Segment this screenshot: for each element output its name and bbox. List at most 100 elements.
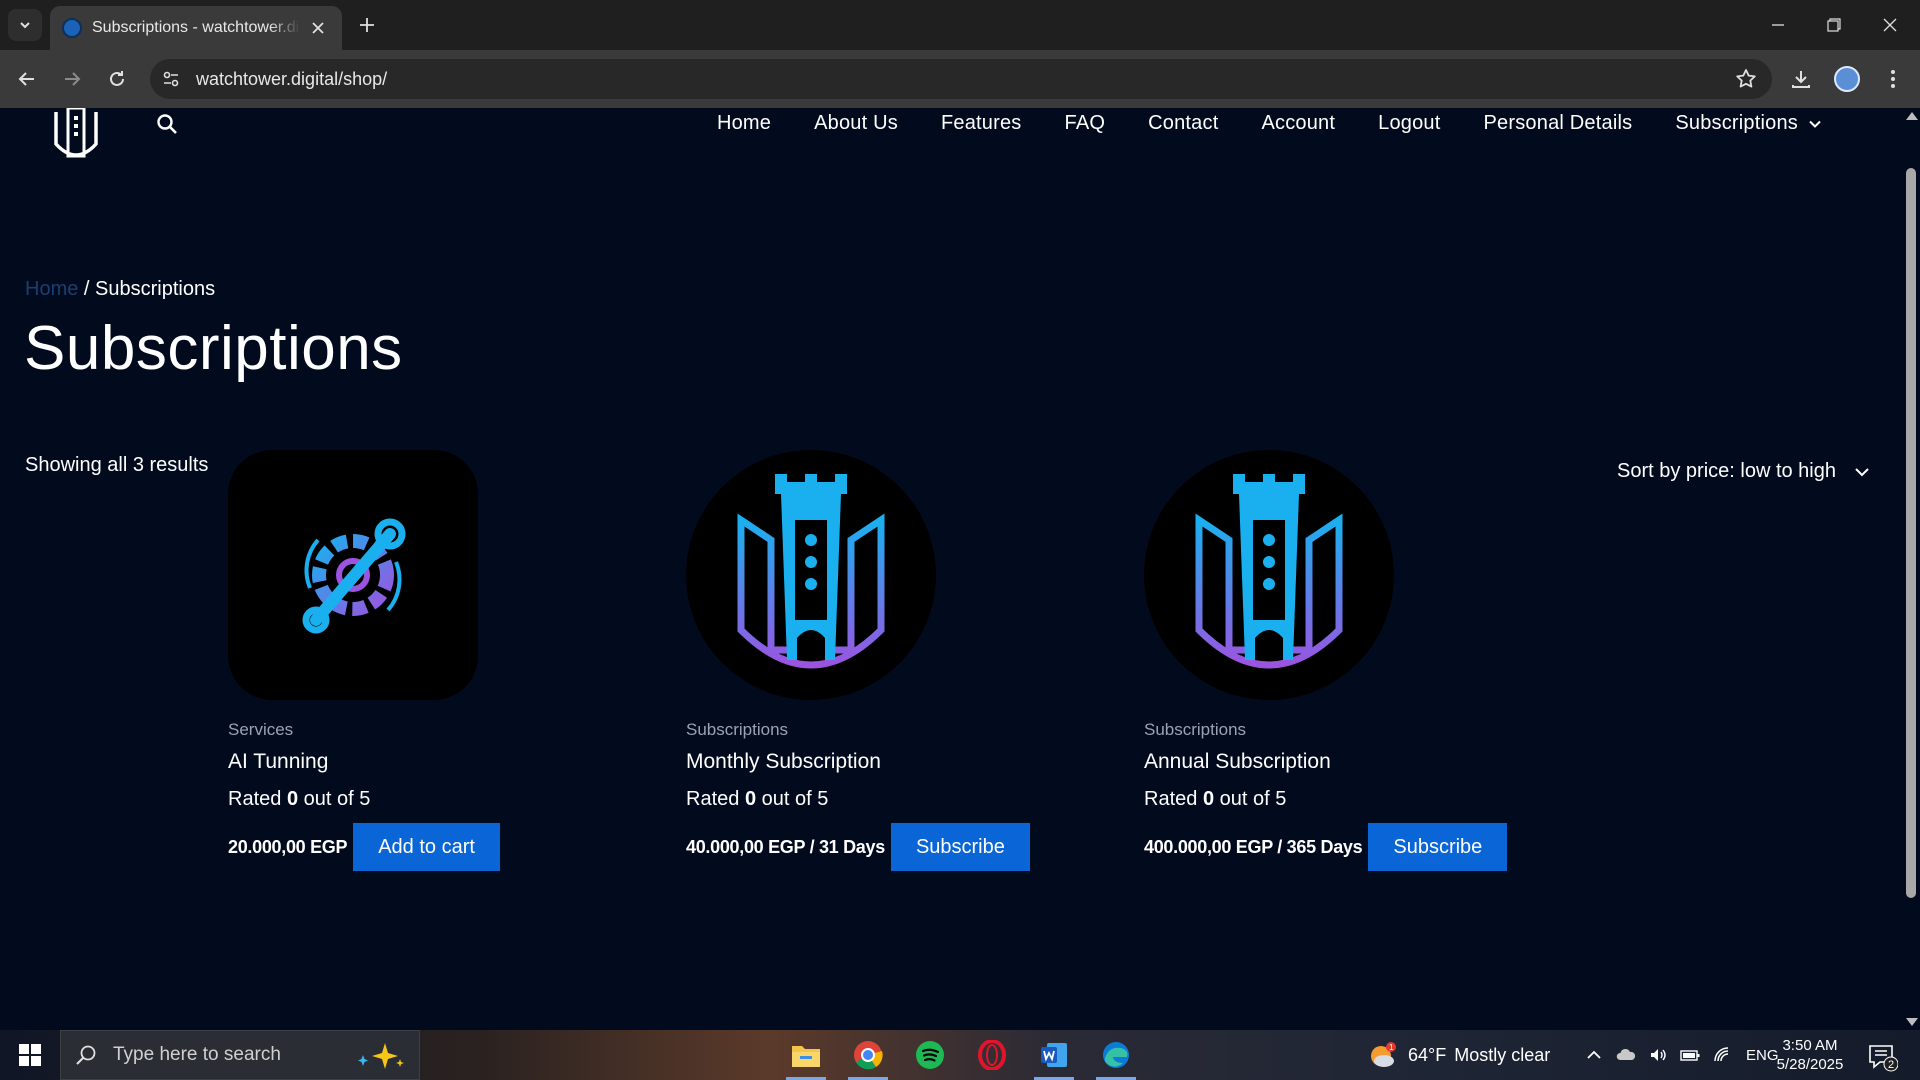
downloads-button[interactable] <box>1784 62 1818 96</box>
browser-menu-button[interactable] <box>1876 62 1910 96</box>
site-favicon-icon <box>62 18 82 38</box>
browser-toolbar: watchtower.digital/shop/ <box>0 50 1920 108</box>
rating-value: 0 <box>1202 788 1215 810</box>
sort-dropdown-label: Sort by price: low to high <box>1617 460 1836 482</box>
scroll-down-arrow-icon[interactable] <box>1906 1018 1918 1026</box>
breadcrumb-current: Subscriptions <box>95 278 216 300</box>
taskbar-search-box[interactable]: Type here to search <box>60 1030 420 1080</box>
subscribe-button[interactable]: Subscribe <box>890 823 1030 871</box>
nav-home[interactable]: Home <box>717 112 771 135</box>
product-category: Subscriptions <box>1144 720 1247 739</box>
volume-icon[interactable] <box>1648 1045 1668 1065</box>
rating-prefix: Rated <box>686 788 745 810</box>
minimize-button[interactable] <box>1750 0 1806 50</box>
profile-button[interactable] <box>1830 62 1864 96</box>
add-to-cart-button[interactable]: Add to cart <box>353 823 500 871</box>
chevron-up-icon[interactable] <box>1584 1045 1604 1065</box>
breadcrumb: Home / Subscriptions <box>25 278 215 301</box>
tab-close-icon[interactable] <box>306 16 330 40</box>
watchtower-logo-icon[interactable] <box>50 108 102 160</box>
product-card: Subscriptions Monthly Subscription Rated… <box>686 450 1106 871</box>
reload-button[interactable] <box>100 62 134 96</box>
nav-about-us[interactable]: About Us <box>814 112 898 135</box>
taskbar-word[interactable] <box>1026 1030 1082 1080</box>
scroll-up-arrow-icon[interactable] <box>1906 112 1918 120</box>
web-page: Home About Us Features FAQ Contact Accou… <box>0 108 1902 1030</box>
rating-value: 0 <box>744 788 757 810</box>
back-button[interactable] <box>10 62 44 96</box>
arrow-left-icon <box>18 72 34 86</box>
search-icon[interactable] <box>155 112 179 136</box>
restore-button[interactable] <box>1806 0 1862 50</box>
rating-suffix: out of 5 <box>1214 788 1287 810</box>
address-bar[interactable]: watchtower.digital/shop/ <box>150 59 1772 99</box>
plus-icon <box>360 18 374 32</box>
scrollbar-thumb[interactable] <box>1906 168 1916 898</box>
system-tray: ENG <box>1578 1030 1779 1080</box>
product-title[interactable]: AI Tunning <box>228 750 648 774</box>
sort-dropdown[interactable]: Sort by price: low to high <box>1617 460 1870 483</box>
weather-widget[interactable]: 1 64°F Mostly clear <box>1368 1030 1550 1080</box>
wifi-icon[interactable] <box>1712 1045 1732 1065</box>
onedrive-cloud-icon[interactable] <box>1616 1045 1636 1065</box>
reload-icon <box>110 71 124 86</box>
folder-icon <box>792 1046 820 1067</box>
product-image[interactable] <box>1144 450 1394 700</box>
taskbar-edge[interactable] <box>1088 1030 1144 1080</box>
page-scrollbar[interactable] <box>1902 108 1920 1030</box>
product-title[interactable]: Monthly Subscription <box>686 750 1106 774</box>
price-row: 20.000,00 EGP Add to cart <box>228 823 648 871</box>
product-title[interactable]: Annual Subscription <box>1144 750 1564 774</box>
rating-prefix: Rated <box>1144 788 1203 810</box>
clock-time: 3:50 AM <box>1782 1037 1838 1054</box>
product-rating: Rated 0 out of 5 <box>1144 788 1564 811</box>
nav-features[interactable]: Features <box>941 112 1022 135</box>
minimize-icon <box>1772 24 1784 26</box>
rating-value: 0 <box>286 788 299 810</box>
nav-logout[interactable]: Logout <box>1378 112 1440 135</box>
close-icon <box>1883 18 1897 32</box>
product-image[interactable] <box>686 450 936 700</box>
weather-condition: Mostly clear <box>1454 1044 1551 1065</box>
clock-date: 5/28/2025 <box>1776 1056 1844 1073</box>
bookmark-star-icon[interactable] <box>1734 67 1758 91</box>
forward-button[interactable] <box>55 62 89 96</box>
nav-personal-details[interactable]: Personal Details <box>1484 112 1633 135</box>
weather-temperature: 64°F <box>1408 1044 1447 1065</box>
subscribe-button[interactable]: Subscribe <box>1368 823 1508 871</box>
product-image[interactable] <box>228 450 478 700</box>
battery-icon[interactable] <box>1680 1045 1700 1065</box>
restore-icon <box>1827 18 1841 32</box>
tab-title: Subscriptions - watchtower.digital <box>92 19 300 36</box>
taskbar-chrome[interactable] <box>840 1030 896 1080</box>
nav-subscriptions[interactable]: Subscriptions <box>1675 112 1822 135</box>
tab-search-button[interactable] <box>8 9 42 41</box>
search-icon <box>76 1045 96 1065</box>
product-price: 40.000,00 EGP / 31 Days <box>686 836 885 857</box>
taskbar-opera[interactable] <box>964 1030 1020 1080</box>
browser-tab-bar: Subscriptions - watchtower.digital <box>0 0 1920 50</box>
taskbar-file-explorer[interactable] <box>778 1030 834 1080</box>
watchtower-shield-icon <box>1195 474 1343 669</box>
nav-contact[interactable]: Contact <box>1148 112 1218 135</box>
avatar <box>1834 66 1860 92</box>
nav-account[interactable]: Account <box>1261 112 1335 135</box>
notifications-icon[interactable]: 2 <box>1866 1040 1898 1072</box>
main-navigation: Home About Us Features FAQ Contact Accou… <box>674 112 1822 135</box>
download-icon <box>1792 71 1810 88</box>
close-window-button[interactable] <box>1862 0 1918 50</box>
site-info-icon[interactable] <box>156 64 186 94</box>
gear-wrench-icon <box>302 518 406 634</box>
rating-suffix: out of 5 <box>298 788 371 810</box>
new-tab-button[interactable] <box>352 10 382 40</box>
opera-icon <box>978 1040 1006 1070</box>
breadcrumb-home-link[interactable]: Home <box>25 278 78 300</box>
start-button[interactable] <box>0 1030 60 1080</box>
taskbar-clock[interactable]: 3:50 AM 5/28/2025 <box>1770 1036 1850 1074</box>
product-rating: Rated 0 out of 5 <box>686 788 1106 811</box>
nav-faq[interactable]: FAQ <box>1065 112 1106 135</box>
spotify-icon <box>916 1041 944 1069</box>
result-count: Showing all 3 results <box>25 454 209 476</box>
taskbar-spotify[interactable] <box>902 1030 958 1080</box>
browser-tab-active[interactable]: Subscriptions - watchtower.digital <box>50 6 342 50</box>
